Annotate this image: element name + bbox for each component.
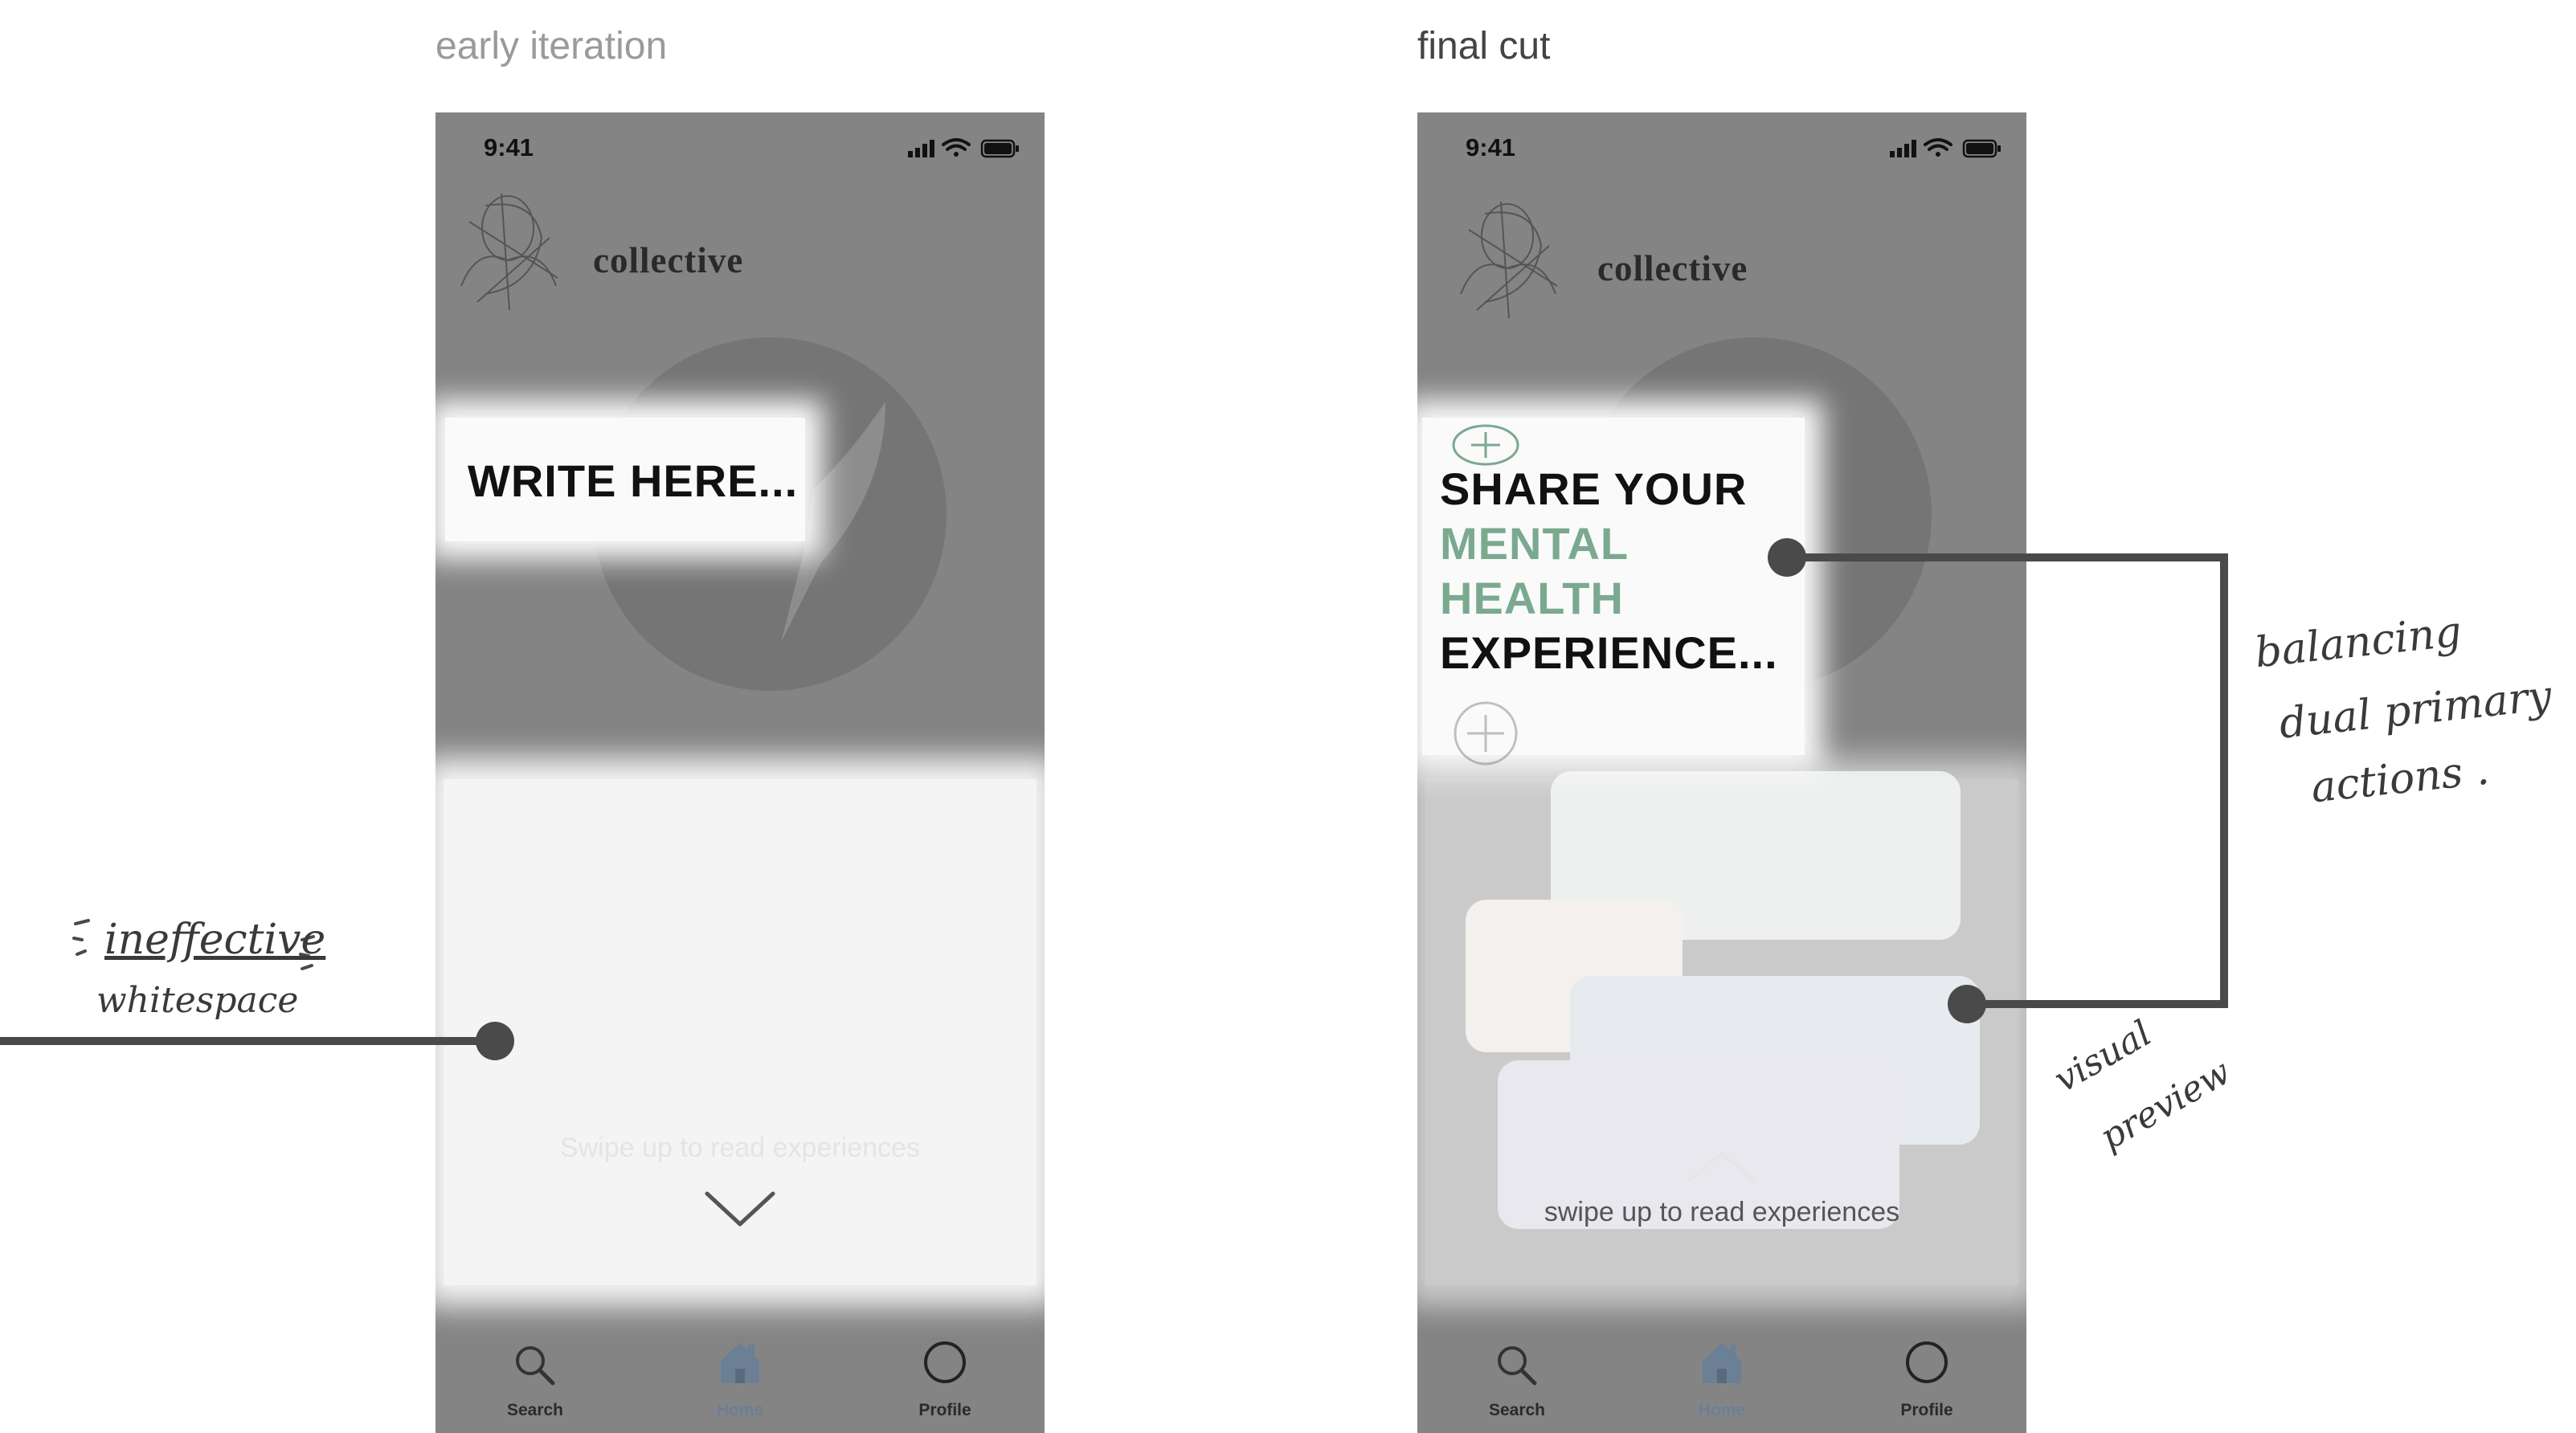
- swipe-hint: Swipe up to read experiences: [560, 1133, 920, 1163]
- panel-title-final: final cut: [1417, 25, 1551, 67]
- tab-label-search: Search: [1488, 1401, 1546, 1419]
- search-icon: [516, 1346, 555, 1386]
- annotation-actions: actions .: [2308, 745, 2492, 813]
- tab-label-profile: Profile: [1900, 1401, 1953, 1419]
- status-icons: [1890, 137, 2002, 163]
- status-time: 9:41: [484, 133, 534, 161]
- annotation-dual-primary: dual primary: [2276, 672, 2554, 749]
- brand-name: collective: [1597, 248, 1748, 288]
- annotation-ineffective: ineffective: [104, 916, 326, 964]
- tab-label-profile: Profile: [918, 1401, 971, 1419]
- profile-icon: [924, 1341, 966, 1383]
- share-prompt-line-2: MENTAL: [1440, 518, 1629, 569]
- share-prompt-line-3: HEALTH: [1440, 573, 1624, 623]
- phone-final: 9:41 collective swipe up to read experie…: [1417, 112, 2026, 1433]
- wifi-icon: [942, 138, 971, 157]
- avatar-sketch-icon[interactable]: [1453, 198, 1565, 330]
- signal-icon: [1890, 140, 1916, 157]
- signal-icon: [908, 140, 934, 157]
- brand-name: collective: [593, 240, 744, 280]
- chevron-down-icon[interactable]: [704, 1190, 776, 1235]
- write-here-card[interactable]: WRITE HERE...: [445, 418, 805, 541]
- wifi-icon: [1924, 138, 1952, 157]
- home-icon: [1703, 1343, 1741, 1383]
- add-circle-icon-faded[interactable]: [1450, 697, 1522, 774]
- status-time: 9:41: [1466, 133, 1516, 161]
- callout-lines: [0, 538, 2228, 1060]
- phone-early: 9:41 collective WRITE HERE... Swipe up t…: [435, 112, 1045, 1433]
- tab-bar: Search Home Profile: [1417, 1325, 2026, 1433]
- share-experience-card[interactable]: SHARE YOUR MENTAL HEALTH EXPERIENCE...: [1422, 418, 1805, 765]
- tab-bar: Search Home Profile: [435, 1325, 1045, 1433]
- swipe-hint: swipe up to read experiences: [1544, 1197, 1900, 1227]
- annotation-visual: visual: [2046, 1012, 2159, 1101]
- profile-icon: [1906, 1341, 1948, 1383]
- battery-icon: [1962, 139, 2001, 158]
- search-icon: [1498, 1346, 1537, 1386]
- avatar-sketch-icon[interactable]: [453, 190, 566, 322]
- share-prompt-line-1: SHARE YOUR: [1440, 463, 1748, 514]
- tab-label-search: Search: [506, 1401, 564, 1419]
- write-prompt: WRITE HERE...: [468, 455, 799, 506]
- battery-icon: [980, 139, 1019, 158]
- panel-title-early: early iteration: [435, 25, 668, 67]
- chevron-up-icon[interactable]: [1686, 1149, 1758, 1188]
- status-icons: [908, 137, 1020, 163]
- tab-label-home: Home: [716, 1401, 764, 1419]
- annotation-balancing: balancing: [2252, 607, 2464, 678]
- home-icon: [721, 1343, 759, 1383]
- tab-label-home: Home: [1698, 1401, 1746, 1419]
- share-prompt-line-4: EXPERIENCE...: [1440, 627, 1778, 678]
- annotation-whitespace: whitespace: [96, 980, 299, 1021]
